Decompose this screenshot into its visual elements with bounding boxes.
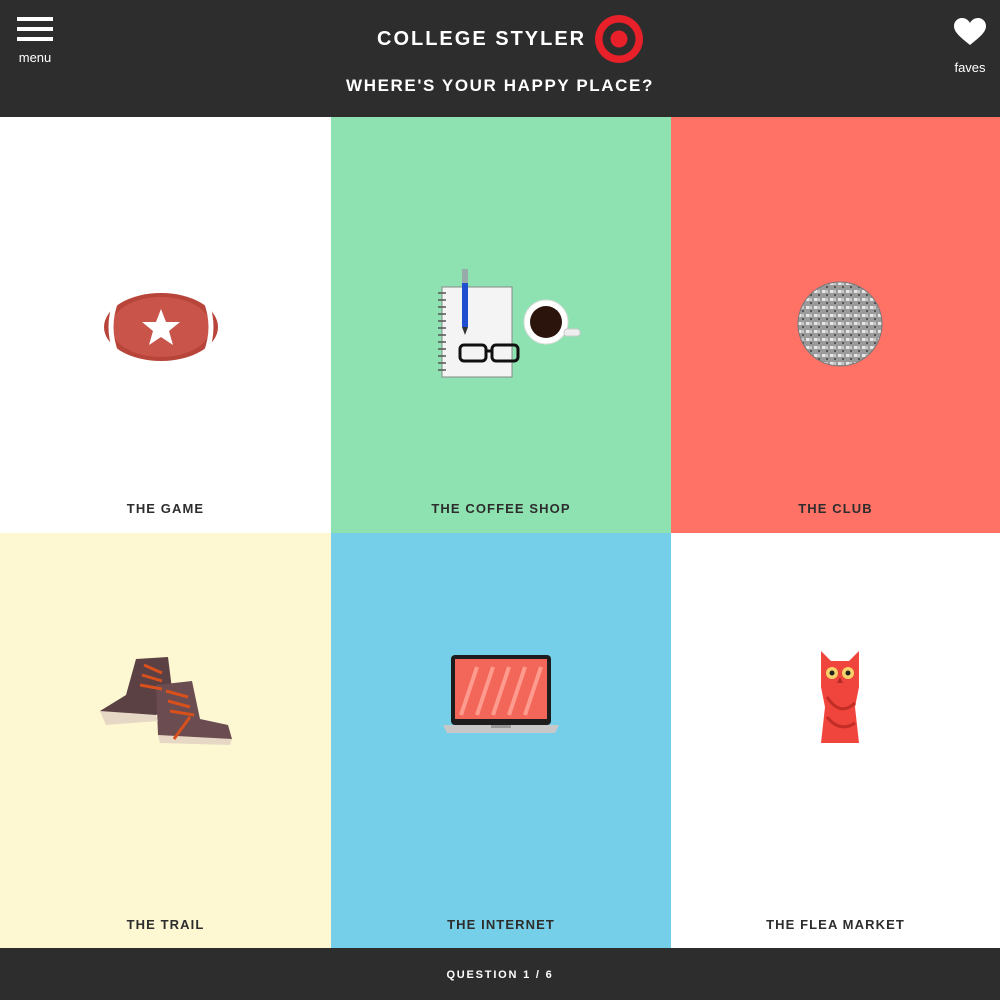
bullseye-icon <box>595 15 644 63</box>
owl-figurine-icon <box>821 651 859 743</box>
answer-grid: THE GAME THE COFFEE SHOP THE CLUB THE TR… <box>0 117 1000 948</box>
tile-the-internet[interactable]: THE INTERNET <box>331 533 671 948</box>
menu-button[interactable]: menu <box>17 17 53 65</box>
tile-the-trail[interactable]: THE TRAIL <box>0 533 331 948</box>
question-progress: QUESTION 1 / 6 <box>0 948 1000 1000</box>
notebook-coffee-icon <box>438 269 581 378</box>
brand-logo[interactable]: COLLEGE STYLER <box>377 12 644 66</box>
tile-label: THE GAME <box>126 501 205 516</box>
football-icon <box>104 293 218 361</box>
tile-label: THE TRAIL <box>126 917 205 932</box>
tile-the-flea-market[interactable]: THE FLEA MARKET <box>671 533 1000 948</box>
tile-the-coffee-shop[interactable]: THE COFFEE SHOP <box>331 117 671 533</box>
faves-button[interactable]: faves <box>954 18 986 75</box>
tile-the-game[interactable]: THE GAME <box>0 117 331 533</box>
tile-label: THE CLUB <box>798 501 873 516</box>
tile-label: THE COFFEE SHOP <box>431 501 571 516</box>
hamburger-icon <box>17 17 53 41</box>
laptop-icon <box>443 655 559 733</box>
tile-label: THE FLEA MARKET <box>766 917 905 932</box>
faves-label: faves <box>954 60 986 75</box>
heart-icon <box>954 18 986 45</box>
tile-label: THE INTERNET <box>447 917 555 932</box>
question-title: WHERE'S YOUR HAPPY PLACE? <box>346 76 654 95</box>
menu-label: menu <box>18 50 52 65</box>
disco-ball-icon <box>797 281 883 367</box>
app-header: menu COLLEGE STYLER WHERE'S YOUR HAPPY P… <box>0 0 1000 117</box>
boots-icon <box>100 657 232 745</box>
brand-name: COLLEGE STYLER <box>377 27 587 50</box>
tile-the-club[interactable]: THE CLUB <box>671 117 1000 533</box>
